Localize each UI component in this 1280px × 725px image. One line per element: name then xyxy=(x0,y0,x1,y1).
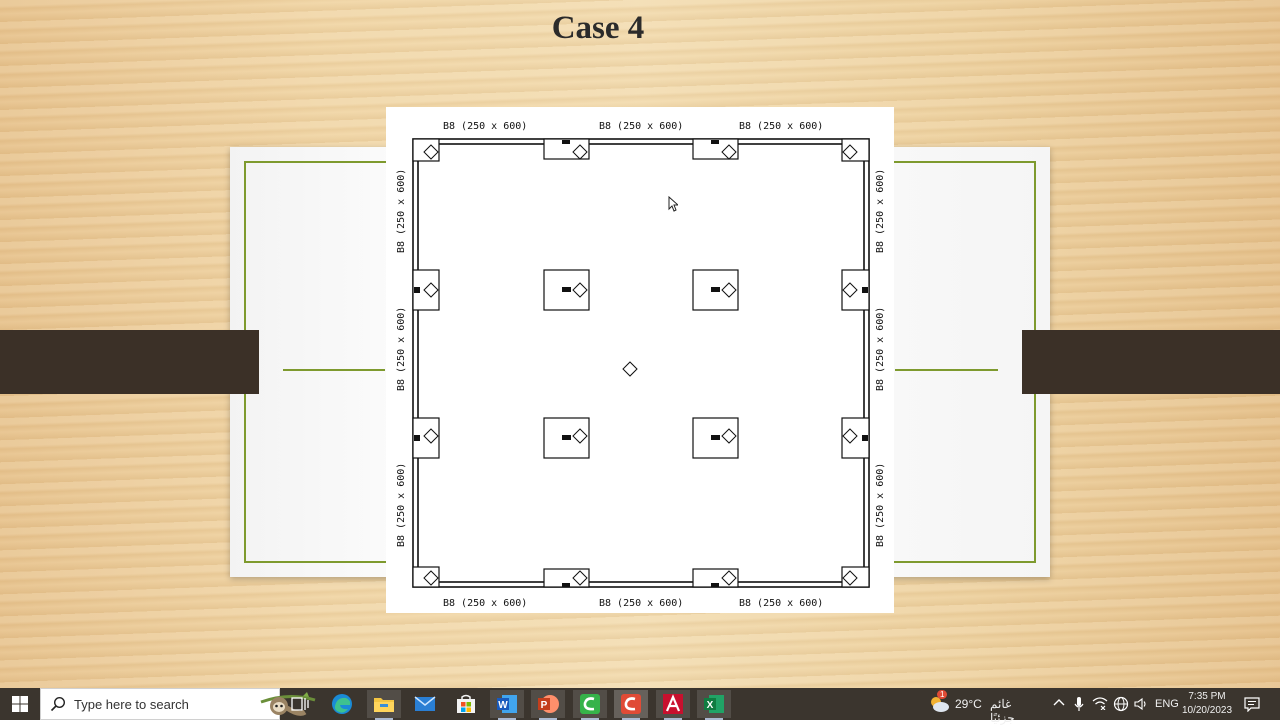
beam-label-left-2: B8 (250 x 600) xyxy=(396,307,407,391)
weather-widget[interactable]: 1 29°C غائم جزئيًا xyxy=(928,690,1038,725)
start-button[interactable] xyxy=(0,688,40,720)
camtasia-red-icon xyxy=(621,694,641,714)
green-line-right xyxy=(895,369,998,371)
windows-logo-icon xyxy=(12,696,28,712)
globe-icon xyxy=(1113,696,1129,712)
clock-time: 7:35 PM xyxy=(1188,691,1226,702)
weather-temperature: 29°C xyxy=(955,697,982,711)
plan-drawing: B8 (250 x 600) B8 (250 x 600) B8 (250 x … xyxy=(396,121,886,609)
beam-label-right-3: B8 (250 x 600) xyxy=(875,463,886,547)
taskbar-search-box[interactable]: Type here to search xyxy=(40,688,316,720)
edge-button[interactable] xyxy=(325,690,359,718)
speaker-icon xyxy=(1134,697,1146,711)
beam-label-right-2: B8 (250 x 600) xyxy=(875,307,886,391)
svg-text:X: X xyxy=(707,700,714,711)
language-indicator[interactable]: ENG xyxy=(1155,698,1179,710)
notification-icon xyxy=(1244,697,1260,713)
microsoft-store-button[interactable] xyxy=(449,690,483,718)
clock[interactable]: 7:35 PM 10/20/2023 xyxy=(1178,688,1236,720)
weather-description: غائم جزئيًا xyxy=(990,697,1015,725)
beam-label-top-3: B8 (250 x 600) xyxy=(739,121,823,132)
mail-button[interactable] xyxy=(408,690,442,718)
slide-title: Case 4 xyxy=(551,10,645,46)
structural-plan: B8 (250 x 600) B8 (250 x 600) B8 (250 x … xyxy=(386,107,894,613)
chevron-up-icon xyxy=(1053,699,1065,706)
mouse-cursor-icon xyxy=(668,196,678,212)
mail-icon xyxy=(414,696,436,711)
taskbar: Type here to search W P X 1 29°C غائم جز… xyxy=(0,688,1280,725)
microsoft-store-icon xyxy=(457,694,475,713)
clock-date: 10/20/2023 xyxy=(1181,705,1233,716)
show-hidden-icons-button[interactable] xyxy=(1052,696,1066,715)
autocad-button[interactable] xyxy=(656,690,690,720)
network-button[interactable] xyxy=(1092,696,1108,715)
green-line-left xyxy=(283,369,385,371)
task-view-button[interactable] xyxy=(283,690,317,718)
camtasia-recorder-button[interactable] xyxy=(573,690,607,720)
file-explorer-button[interactable] xyxy=(367,690,401,720)
excel-icon: X xyxy=(704,695,724,713)
microphone-icon xyxy=(1074,697,1084,711)
network-disconnected-icon xyxy=(1092,697,1108,711)
beam-label-left-1: B8 (250 x 600) xyxy=(396,169,407,253)
dark-bar-right xyxy=(1022,330,1280,394)
globe-button[interactable] xyxy=(1113,696,1129,717)
word-button[interactable]: W xyxy=(490,690,524,720)
volume-button[interactable] xyxy=(1133,696,1149,717)
dark-bar-left xyxy=(0,330,259,394)
powerpoint-icon: P xyxy=(538,695,559,713)
beam-label-top-2: B8 (250 x 600) xyxy=(599,121,683,132)
search-placeholder: Type here to search xyxy=(74,697,189,712)
beam-label-left-3: B8 (250 x 600) xyxy=(396,463,407,547)
edge-icon xyxy=(332,694,352,714)
powerpoint-button[interactable]: P xyxy=(531,690,565,720)
microphone-button[interactable] xyxy=(1073,696,1085,717)
autocad-icon xyxy=(663,694,683,714)
excel-button[interactable]: X xyxy=(697,690,731,720)
beam-label-bottom-2: B8 (250 x 600) xyxy=(599,598,683,609)
beam-label-bottom-3: B8 (250 x 600) xyxy=(739,598,823,609)
beam-label-bottom-1: B8 (250 x 600) xyxy=(443,598,527,609)
svg-text:P: P xyxy=(541,700,548,711)
camtasia-green-icon xyxy=(580,694,600,714)
notifications-button[interactable] xyxy=(1244,696,1260,717)
beam-label-right-1: B8 (250 x 600) xyxy=(875,169,886,253)
search-icon xyxy=(50,696,66,712)
beam-label-top-1: B8 (250 x 600) xyxy=(443,121,527,132)
camtasia-editor-button[interactable] xyxy=(614,690,648,720)
svg-text:W: W xyxy=(498,700,508,711)
task-view-icon xyxy=(291,697,309,711)
word-icon: W xyxy=(497,695,517,713)
file-explorer-icon xyxy=(374,698,394,712)
